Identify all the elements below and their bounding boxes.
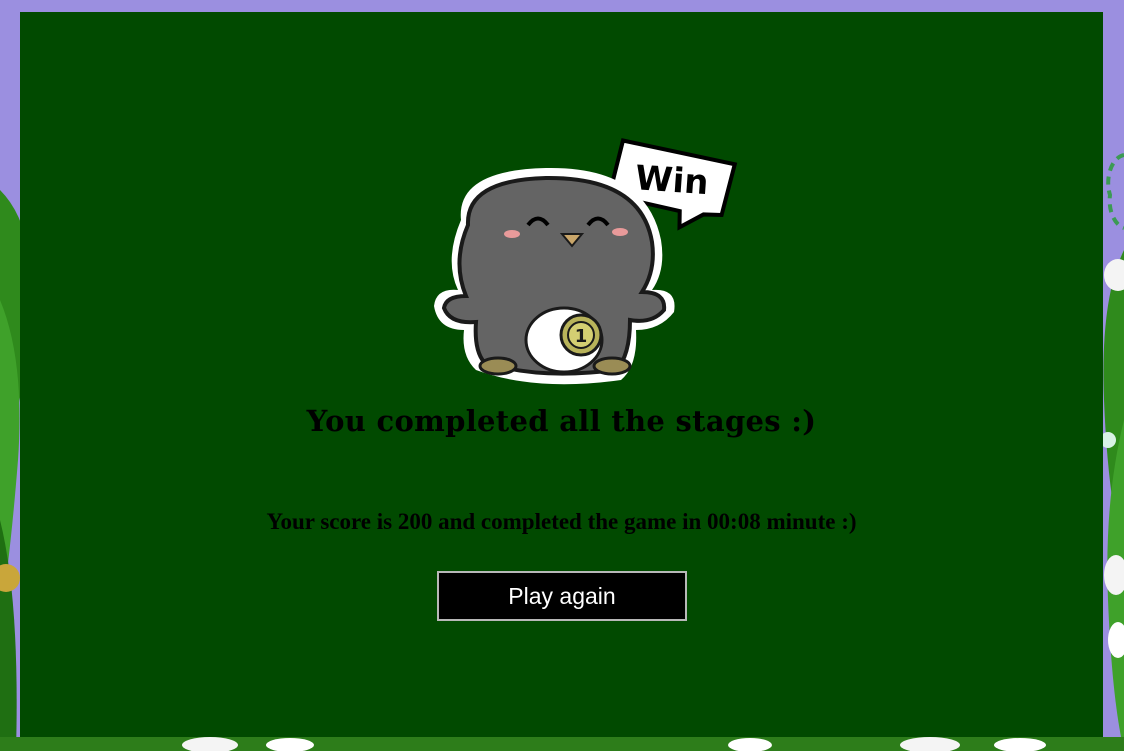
win-bubble-text: Win bbox=[634, 158, 710, 203]
completion-title: You completed all the stages :) bbox=[306, 404, 817, 438]
dashed-circle bbox=[1106, 153, 1124, 230]
coin-label: 1 bbox=[575, 326, 588, 347]
play-again-button[interactable]: Play again bbox=[437, 571, 687, 621]
flower-right-1 bbox=[1104, 259, 1124, 291]
score-summary: Your score is 200 and completed the game… bbox=[266, 509, 857, 534]
penguin-win-icon: Win 1 bbox=[434, 138, 738, 385]
fruit-left bbox=[0, 564, 20, 592]
flower-right-2 bbox=[1104, 555, 1124, 595]
win-modal: Win 1 You completed all the stages :) Yo… bbox=[20, 12, 1103, 737]
